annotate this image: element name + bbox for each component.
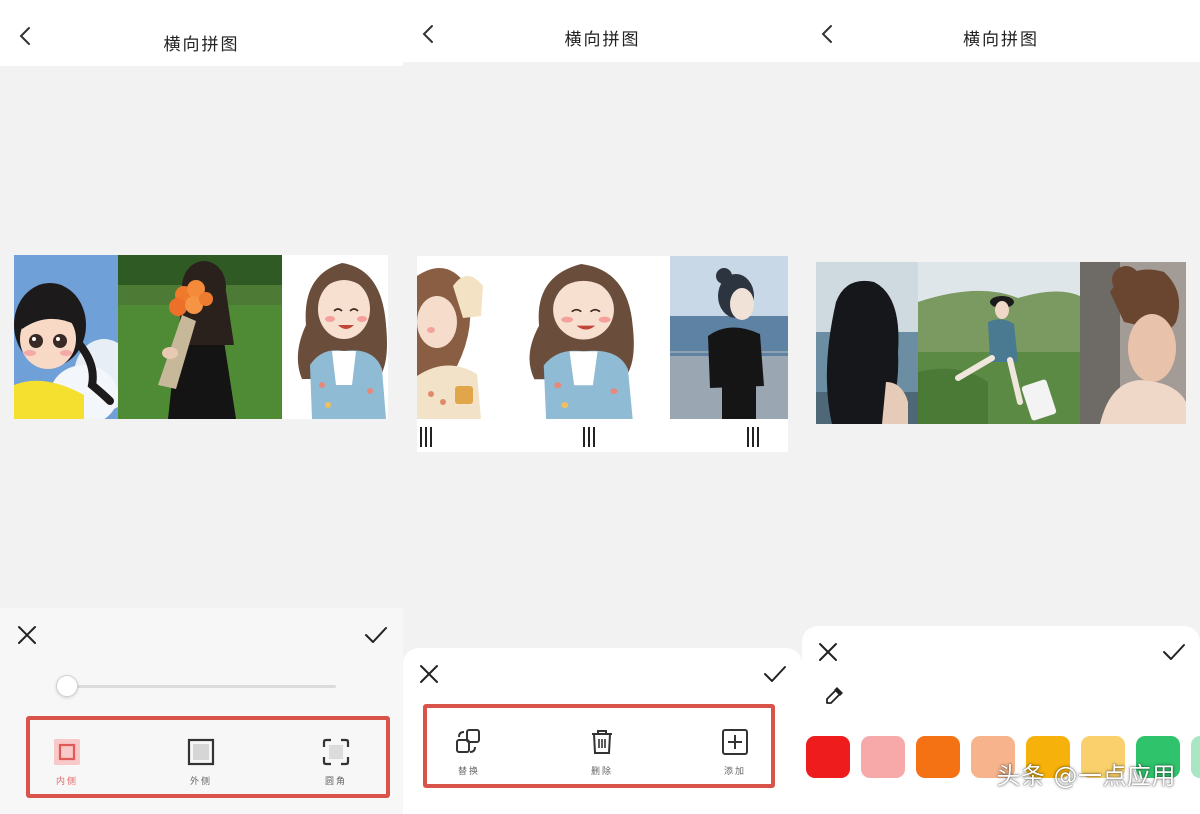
replace-icon — [455, 728, 483, 756]
collage-photo-illustrated-girl-waving[interactable] — [417, 256, 489, 419]
tool-label: 内侧 — [55, 777, 78, 787]
collage-photo-girl-with-flowers[interactable] — [118, 255, 282, 419]
resize-handle[interactable] — [419, 426, 433, 448]
collage-photo-illustrated-girl[interactable] — [511, 256, 635, 419]
tool-delete[interactable]: 删除 — [572, 728, 632, 777]
collage-photo-girl-by-sea[interactable] — [670, 256, 788, 419]
watermark-text: 头条 @一点应用 — [996, 762, 1176, 790]
top-bar: 横向拼图 — [403, 0, 802, 62]
confirm-check-icon[interactable] — [763, 662, 787, 686]
add-icon — [721, 728, 749, 756]
color-swatch[interactable] — [1191, 736, 1200, 778]
slider-thumb[interactable] — [56, 675, 78, 697]
outer-border-icon — [187, 738, 215, 766]
confirm-check-icon[interactable] — [364, 623, 388, 647]
screen-edit-photos: 横向拼图 替换 删除 添加 — [403, 0, 802, 814]
screen-border-color: 横向拼图 — [802, 0, 1200, 814]
color-swatch[interactable] — [861, 736, 905, 778]
tool-label: 添加 — [723, 767, 746, 777]
tool-rounded-corner[interactable]: 圆角 — [306, 738, 366, 787]
color-swatch[interactable] — [806, 736, 850, 778]
close-icon[interactable] — [417, 662, 441, 686]
resize-handle[interactable] — [746, 426, 760, 448]
tool-label: 圆角 — [324, 777, 347, 787]
tool-add[interactable]: 添加 — [705, 728, 765, 777]
collage-photo-girl-with-suitcase[interactable] — [918, 262, 1080, 424]
inner-border-icon — [53, 738, 81, 766]
close-icon[interactable] — [15, 623, 39, 647]
trash-icon — [588, 728, 616, 756]
bottom-sheet-border: 内侧 外侧 圆角 — [0, 608, 403, 814]
screen-border-settings: 横向拼图 内侧 外侧 圆角 — [0, 0, 403, 814]
border-width-slider[interactable] — [66, 685, 336, 688]
tool-inner-border[interactable]: 内侧 — [37, 738, 97, 787]
close-icon[interactable] — [816, 640, 840, 664]
page-title: 横向拼图 — [163, 35, 240, 55]
bottom-sheet-edit: 替换 删除 添加 — [403, 648, 802, 814]
collage-photo-girl-long-hair-sea[interactable] — [816, 262, 918, 424]
collage-photo-girl-hair-bun[interactable] — [1080, 262, 1186, 424]
tool-replace[interactable]: 替换 — [439, 728, 499, 777]
top-bar: 横向拼图 — [802, 0, 1200, 62]
tool-label: 删除 — [590, 767, 613, 777]
collage-photo-cartoon-girl-braids[interactable] — [14, 255, 118, 419]
eyedropper-icon[interactable] — [824, 684, 846, 706]
confirm-check-icon[interactable] — [1162, 640, 1186, 664]
top-bar: 横向拼图 — [0, 0, 403, 66]
page-title: 横向拼图 — [963, 30, 1039, 50]
resize-handle[interactable] — [582, 426, 596, 448]
tool-label: 替换 — [457, 767, 480, 777]
tool-outer-border[interactable]: 外侧 — [171, 738, 231, 787]
tool-label: 外侧 — [189, 777, 212, 787]
rounded-corner-icon — [322, 738, 350, 766]
collage-photo-illustrated-girl[interactable] — [282, 255, 388, 419]
page-title: 横向拼图 — [564, 30, 641, 50]
color-swatch[interactable] — [916, 736, 960, 778]
